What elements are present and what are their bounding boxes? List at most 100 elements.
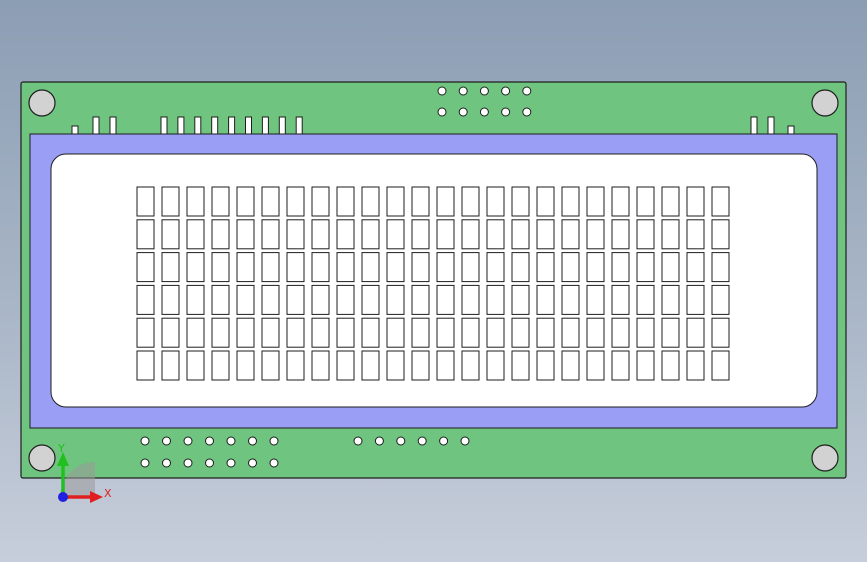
character-cell	[461, 350, 480, 381]
character-cell	[261, 186, 280, 217]
character-cell	[536, 252, 555, 283]
character-cell	[436, 284, 455, 315]
character-cell	[611, 317, 630, 348]
bezel-tab	[160, 116, 168, 135]
character-cell	[236, 186, 255, 217]
bottom-left-pin	[162, 436, 171, 446]
character-cell	[161, 284, 180, 315]
character-cell	[511, 350, 530, 381]
character-cell	[686, 219, 705, 250]
bezel-tab	[787, 125, 795, 135]
character-cell	[711, 186, 730, 217]
character-cell	[636, 284, 655, 315]
top-header-pin	[458, 107, 468, 117]
character-cell	[361, 284, 380, 315]
character-cell	[211, 219, 230, 250]
character-cell	[311, 186, 330, 217]
bezel-tab	[211, 116, 219, 135]
character-cell	[411, 186, 430, 217]
character-cell	[411, 219, 430, 250]
character-cell	[661, 284, 680, 315]
character-cell	[461, 284, 480, 315]
bottom-left-pin	[183, 458, 193, 468]
character-cell	[686, 350, 705, 381]
character-cell	[536, 317, 555, 348]
character-cell	[711, 350, 730, 381]
character-cell	[586, 317, 605, 348]
character-cell	[711, 252, 730, 283]
character-cell	[536, 350, 555, 381]
character-cell	[511, 219, 530, 250]
bottom-right-pin	[374, 436, 384, 446]
character-cell	[336, 317, 355, 348]
bezel-tab	[228, 116, 236, 135]
top-header-pin	[437, 107, 447, 117]
bottom-left-pin	[248, 458, 257, 468]
character-cell	[136, 284, 155, 315]
bezel-tab	[109, 116, 117, 135]
character-cell	[411, 317, 430, 348]
character-cell	[711, 284, 730, 315]
bezel-tab	[767, 116, 775, 135]
bezel-tab	[295, 116, 303, 135]
top-header-pin	[501, 86, 511, 96]
character-cell	[486, 186, 505, 217]
character-cell	[286, 284, 305, 315]
character-cell	[661, 350, 680, 381]
character-cell	[361, 350, 380, 381]
character-cell	[686, 186, 705, 217]
bezel-tab	[245, 116, 252, 135]
character-cell	[461, 317, 480, 348]
bezel-tab	[194, 116, 202, 135]
character-cell	[436, 219, 455, 250]
top-header-pin	[458, 86, 468, 96]
character-cell	[536, 284, 555, 315]
character-cell	[386, 350, 405, 381]
character-cell	[561, 317, 580, 348]
character-cell	[386, 284, 405, 315]
character-cell	[561, 252, 580, 283]
character-cell	[436, 252, 455, 283]
character-cell	[286, 252, 305, 283]
character-cell	[436, 317, 455, 348]
character-cell	[161, 350, 180, 381]
character-cell	[186, 317, 205, 348]
character-cell	[361, 252, 380, 283]
bottom-left-pin	[162, 458, 171, 468]
character-cell	[186, 252, 205, 283]
character-cell	[511, 186, 530, 217]
character-cell	[586, 284, 605, 315]
character-cell	[261, 350, 280, 381]
mounting-hole	[811, 444, 839, 472]
character-cell	[661, 317, 680, 348]
x-axis-arrowhead	[90, 491, 103, 503]
character-cell	[486, 350, 505, 381]
character-cell	[611, 219, 630, 250]
top-header-pin	[522, 107, 532, 117]
character-cell	[461, 252, 480, 283]
character-cell	[286, 350, 305, 381]
character-cell	[161, 317, 180, 348]
character-cell	[261, 252, 280, 283]
bottom-right-pin	[396, 436, 406, 446]
character-cell	[261, 317, 280, 348]
character-cell	[336, 219, 355, 250]
character-cell	[311, 350, 330, 381]
character-cell	[136, 186, 155, 217]
character-cell	[486, 252, 505, 283]
character-cell	[236, 350, 255, 381]
character-cell	[411, 350, 430, 381]
bottom-right-pin	[439, 436, 449, 446]
character-cell	[561, 186, 580, 217]
character-cell	[386, 219, 405, 250]
top-header-pin	[501, 107, 511, 117]
character-cell	[686, 284, 705, 315]
character-cell	[611, 284, 630, 315]
character-cell	[186, 219, 205, 250]
character-cell	[661, 252, 680, 283]
character-cell	[136, 350, 155, 381]
character-cell	[536, 219, 555, 250]
bezel-tab	[278, 116, 286, 135]
character-cell	[286, 186, 305, 217]
character-cell	[611, 186, 630, 217]
